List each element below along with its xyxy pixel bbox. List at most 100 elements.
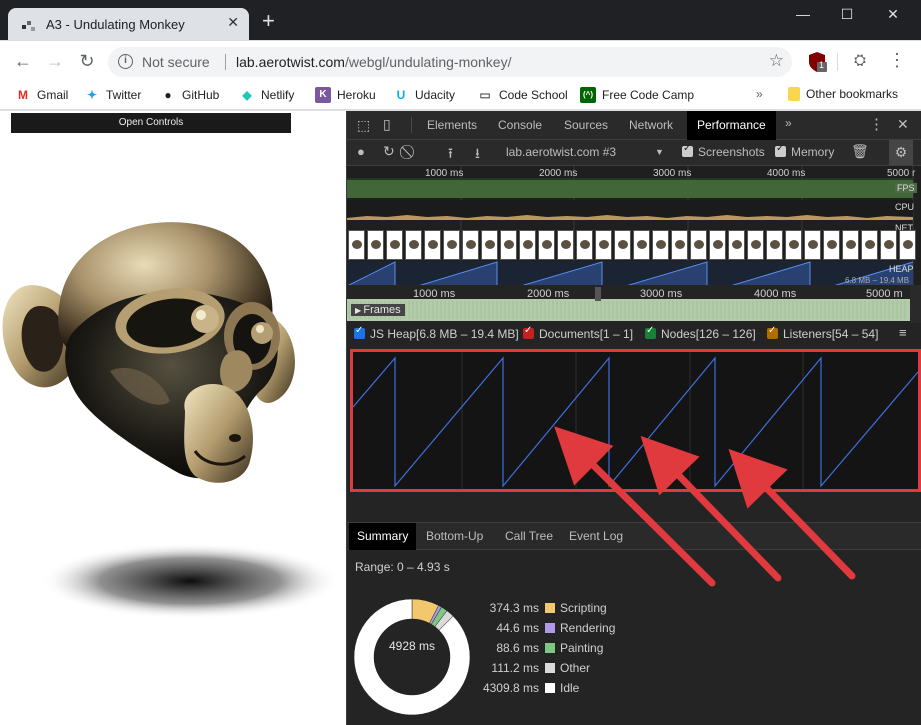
bookmark-gmail[interactable]: M Gmail <box>15 87 68 103</box>
screenshot-thumbnail[interactable] <box>481 230 498 260</box>
download-icon[interactable]: ⭳ <box>475 143 480 167</box>
tab-console[interactable]: Console <box>498 118 542 132</box>
memory-label: Memory <box>791 145 835 159</box>
js-heap-graph[interactable] <box>350 349 921 492</box>
nodes-counter[interactable]: Nodes[126 – 126] <box>645 325 756 341</box>
menu-kebab-icon[interactable]: ⋮ <box>888 50 906 71</box>
tab-call-tree[interactable]: Call Tree <box>505 529 553 543</box>
screenshot-thumbnail[interactable] <box>500 230 517 260</box>
timeline-overview[interactable]: 1000 ms 2000 ms 3000 ms 4000 ms 5000 r F… <box>347 166 921 296</box>
screenshot-thumbnail[interactable] <box>405 230 422 260</box>
summary-range: Range: 0 – 4.93 s <box>355 560 450 574</box>
frames-label: Frames <box>363 304 401 316</box>
checkbox-icon <box>523 325 534 339</box>
screenshot-thumbnail[interactable] <box>538 230 555 260</box>
screenshot-thumbnail[interactable] <box>785 230 802 260</box>
bookmark-twitter[interactable]: ✦ Twitter <box>84 87 141 103</box>
reload-icon[interactable]: ↻ <box>76 51 98 72</box>
summary-value: 374.3 ms <box>489 601 539 615</box>
tab-close-icon[interactable]: ✕ <box>227 14 239 31</box>
screenshot-thumbnail[interactable] <box>443 230 460 260</box>
timeline-ruler[interactable]: 1000 ms 2000 ms 3000 ms 4000 ms 5000 m ▶… <box>347 285 921 323</box>
extension-icon[interactable]: ⛭ <box>854 52 866 69</box>
screenshot-thumbnail[interactable] <box>842 230 859 260</box>
screenshot-thumbnail[interactable] <box>823 230 840 260</box>
screenshot-thumbnail[interactable] <box>519 230 536 260</box>
screenshot-thumbnail[interactable] <box>899 230 916 260</box>
bookmark-code-school[interactable]: ▭ Code School <box>477 87 567 103</box>
devtools-menu-icon[interactable]: ⋮ <box>869 115 884 133</box>
screenshot-thumbnail[interactable] <box>348 230 365 260</box>
tab-title: A3 - Undulating Monkey <box>46 17 185 32</box>
bookmark-github[interactable]: ● GitHub <box>160 87 219 103</box>
new-tab-button[interactable]: + <box>262 10 275 32</box>
tab-bottom-up[interactable]: Bottom-Up <box>426 529 483 543</box>
bookmark-free-code-camp[interactable]: (^) Free Code Camp <box>580 87 694 103</box>
screenshot-thumbnail[interactable] <box>633 230 650 260</box>
screenshot-thumbnail[interactable] <box>766 230 783 260</box>
device-toolbar-icon[interactable]: ▯ <box>383 116 391 133</box>
screenshots-checkbox[interactable]: Screenshots <box>682 143 765 159</box>
screenshot-thumbnail[interactable] <box>614 230 631 260</box>
folder-icon <box>788 87 800 101</box>
screenshot-thumbnail[interactable] <box>557 230 574 260</box>
address-bar[interactable]: i Not secure lab.aerotwist.com/webgl/und… <box>108 47 792 77</box>
trash-icon[interactable]: 🗑 <box>851 143 869 160</box>
other-bookmarks[interactable]: Other bookmarks <box>788 87 898 101</box>
screenshot-thumbnail[interactable] <box>595 230 612 260</box>
upload-icon[interactable]: ⭱ <box>448 143 453 167</box>
reload-profile-icon[interactable]: ↻ <box>383 143 395 160</box>
screenshot-thumbnail[interactable] <box>709 230 726 260</box>
bookmark-heroku[interactable]: K Heroku <box>315 87 376 103</box>
js-heap-counter[interactable]: JS Heap[6.8 MB – 19.4 MB] <box>354 325 519 341</box>
screenshot-thumbnail[interactable] <box>671 230 688 260</box>
tab-elements[interactable]: Elements <box>427 118 477 132</box>
record-icon[interactable]: ● <box>357 144 365 159</box>
url-text[interactable]: lab.aerotwist.com/webgl/undulating-monke… <box>236 54 511 70</box>
back-arrow-icon[interactable]: ← <box>12 51 34 72</box>
maximize-button[interactable]: ☐ <box>832 6 862 23</box>
screenshot-thumbnail[interactable] <box>367 230 384 260</box>
screenshot-thumbnail[interactable] <box>386 230 403 260</box>
tab-sources[interactable]: Sources <box>564 118 608 132</box>
tab-performance[interactable]: Performance <box>687 111 776 140</box>
bookmark-label: Twitter <box>106 88 142 102</box>
bookmark-udacity[interactable]: U Udacity <box>393 87 455 103</box>
close-devtools-icon[interactable]: ✕ <box>897 116 909 133</box>
bookmark-netlify[interactable]: ◆ Netlify <box>239 87 294 103</box>
frames-toggle[interactable]: ▶ Frames <box>351 304 405 316</box>
bookmark-star-icon[interactable]: ☆ <box>769 51 784 71</box>
inspect-element-icon[interactable]: ⬚ <box>357 117 370 134</box>
screenshot-thumbnail[interactable] <box>576 230 593 260</box>
screenshot-thumbnail[interactable] <box>652 230 669 260</box>
tab-network[interactable]: Network <box>629 118 673 132</box>
ublock-extension-icon[interactable]: 1 <box>808 51 828 76</box>
forward-arrow-icon[interactable]: → <box>44 51 66 72</box>
screenshot-thumbnail[interactable] <box>880 230 897 260</box>
screenshot-filmstrip[interactable] <box>347 230 916 260</box>
screenshot-thumbnail[interactable] <box>690 230 707 260</box>
tab-summary[interactable]: Summary <box>349 523 417 550</box>
listeners-counter[interactable]: Listeners[54 – 54] <box>767 325 878 341</box>
minimize-button[interactable]: — <box>788 6 818 22</box>
screenshot-thumbnail[interactable] <box>861 230 878 260</box>
legend-menu-icon[interactable]: ≡ <box>899 325 907 340</box>
summary-label: Rendering <box>560 621 616 635</box>
screenshot-thumbnail[interactable] <box>462 230 479 260</box>
bookmarks-overflow-button[interactable]: » <box>756 87 763 101</box>
screenshot-thumbnail[interactable] <box>728 230 745 260</box>
memory-checkbox[interactable]: Memory <box>775 143 835 159</box>
settings-gear-icon[interactable]: ⚙ <box>889 140 913 165</box>
screenshot-thumbnail[interactable] <box>424 230 441 260</box>
fps-label: FPS <box>895 183 917 193</box>
omnibox-divider <box>225 54 226 70</box>
documents-counter[interactable]: Documents[1 – 1] <box>523 325 633 341</box>
recording-select[interactable]: lab.aerotwist.com #3 <box>506 145 616 159</box>
tab-event-log[interactable]: Event Log <box>569 529 623 543</box>
browser-tab[interactable]: A3 - Undulating Monkey ✕ <box>8 8 249 40</box>
info-icon[interactable]: i <box>118 54 133 69</box>
screenshot-thumbnail[interactable] <box>747 230 764 260</box>
more-tabs-button[interactable]: » <box>785 116 792 130</box>
close-window-button[interactable]: ✕ <box>878 6 908 23</box>
screenshot-thumbnail[interactable] <box>804 230 821 260</box>
